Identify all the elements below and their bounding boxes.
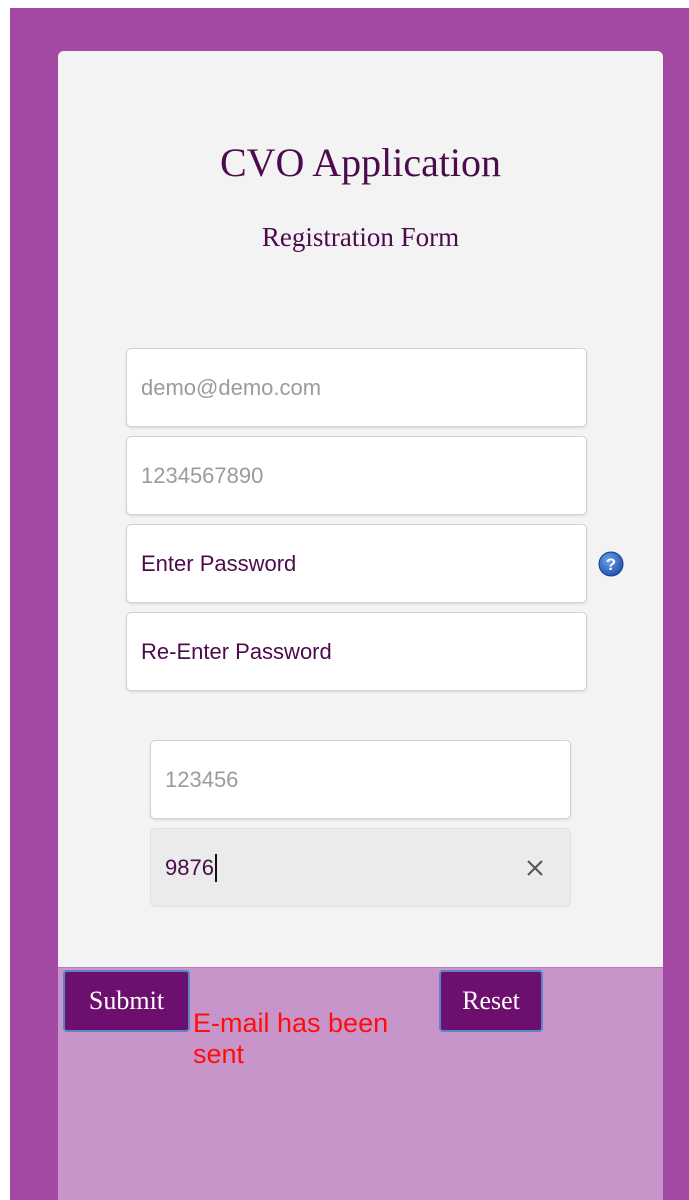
help-icon[interactable]: ? (598, 551, 624, 577)
phone-field[interactable]: 1234567890 (126, 436, 587, 515)
email-field[interactable]: demo@demo.com (126, 348, 587, 427)
svg-text:?: ? (606, 555, 616, 574)
password-value: Enter Password (141, 550, 297, 576)
text-cursor (214, 853, 217, 882)
phone-placeholder: 1234567890 (141, 462, 264, 488)
page-title: CVO Application (219, 140, 502, 185)
password-field[interactable]: Enter Password (126, 524, 587, 603)
code-field-2[interactable]: 9876 (150, 828, 571, 907)
email-placeholder: demo@demo.com (141, 374, 322, 400)
submit-button[interactable]: Submit (63, 970, 190, 1032)
status-message: E-mail has been sent (193, 1008, 389, 1069)
confirm-password-field[interactable]: Re-Enter Password (126, 612, 587, 691)
form-subtitle: Registration Form (261, 222, 460, 252)
form-body: CVO Application Registration Form demo@d… (58, 51, 663, 967)
code-2-value: 9876 (165, 854, 214, 880)
confirm-password-value: Re-Enter Password (141, 638, 332, 664)
close-icon[interactable] (524, 857, 546, 879)
reset-button[interactable]: Reset (439, 970, 543, 1032)
code-1-placeholder: 123456 (165, 766, 239, 792)
code-field-1[interactable]: 123456 (150, 740, 571, 819)
